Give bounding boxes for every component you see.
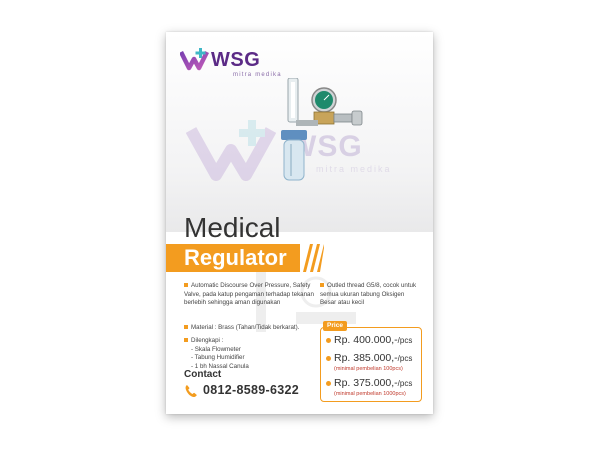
feature-sub-1: - Skala Flowmeter (191, 345, 241, 353)
price-line-1: Rp. 400.000,-/pcs (326, 334, 412, 346)
brand-name: WSG (211, 49, 261, 71)
regulator-device-image (281, 78, 363, 181)
bullet-icon (320, 283, 324, 288)
feature-item-1: Automatic Discourse Over Pressure, Safet… (184, 282, 314, 306)
price-label: Price (323, 321, 347, 331)
bullet-icon (184, 338, 188, 343)
logo-mark-icon (180, 48, 210, 71)
product-flyer: WSG mitra medika WSG mitra medika Medica… (166, 32, 433, 414)
bullet-icon (184, 283, 188, 288)
decorative-stripes (303, 244, 324, 272)
headline-title: Medical (184, 212, 281, 243)
contact-title: Contact (184, 369, 222, 380)
feature-sub-2: - Tabung Humidifier (191, 354, 245, 361)
bullet-icon (326, 355, 331, 361)
bullet-icon (326, 337, 331, 343)
headline-subtitle: Regulator (184, 245, 287, 270)
price-line-3: Rp. 375.000,-/pcs (326, 377, 412, 389)
brand-tagline: mitra medika (233, 72, 282, 78)
feature-item-2: Material : Brass (Tahan/Tidak berkarat). (184, 324, 314, 333)
price-note-3: (minimal pembelian 1000pcs) (334, 391, 406, 397)
bullet-icon (184, 325, 188, 330)
price-note-2: (minimal pembelian 100pcs) (334, 366, 403, 372)
bullet-icon (326, 380, 331, 386)
feature-item-right-1: Outled thread G5/8, cocok untuk semua uk… (320, 282, 417, 306)
phone-icon (185, 385, 197, 398)
contact-phone[interactable]: 0812-8589-6322 (203, 383, 299, 397)
watermark-logo-icon (186, 120, 277, 181)
feature-item-3: Dilengkapi : - Skala Flowmeter - Tabung … (184, 337, 314, 371)
price-line-2: Rp. 385.000,-/pcs (326, 352, 412, 364)
